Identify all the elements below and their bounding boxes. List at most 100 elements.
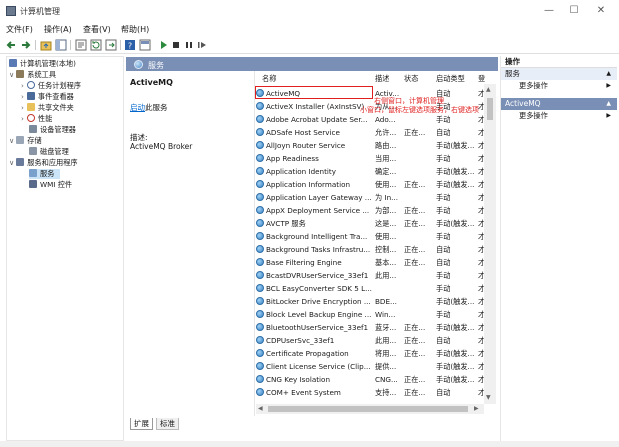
collapse-up-icon[interactable]: ▲ bbox=[606, 98, 611, 110]
tree-item-shared-folders[interactable]: › 共享文件夹 bbox=[21, 103, 74, 113]
tree-item-system-tools[interactable]: ∨ 系统工具 bbox=[9, 70, 56, 80]
service-row[interactable]: AVCTP 服务 这是... 正在... 手动(触发... 才 bbox=[256, 217, 485, 230]
service-name: BitLocker Drive Encryption ... bbox=[266, 297, 371, 306]
up-folder-icon[interactable] bbox=[40, 39, 52, 51]
column-header-name[interactable]: 名称 bbox=[262, 74, 276, 84]
vertical-scrollbar[interactable]: ▲ ▼ bbox=[484, 84, 496, 404]
service-status: 正在... bbox=[404, 375, 426, 384]
scrollbar-thumb[interactable] bbox=[487, 98, 493, 120]
tree-item-label: 共享文件夹 bbox=[37, 103, 74, 112]
tree-item-label: 服务和应用程序 bbox=[27, 158, 78, 167]
forward-arrow-icon[interactable] bbox=[20, 39, 32, 51]
service-row[interactable]: COM+ Event System 支持... 正在... 自动才 bbox=[256, 386, 485, 399]
tree-item-event-viewer[interactable]: › 事件查看器 bbox=[21, 92, 74, 102]
service-row[interactable]: Background Tasks Infrastru... 控制... 正在... 自… bbox=[256, 243, 485, 256]
pause-service-icon[interactable] bbox=[183, 39, 195, 51]
tree-item-services-and-applications[interactable]: ∨ 服务和应用程序 bbox=[9, 158, 78, 168]
column-header-startup-type[interactable]: 启动类型 bbox=[436, 74, 465, 84]
service-description-panel: ActiveMQ 启动此服务 描述: ActiveMQ Broker bbox=[126, 71, 254, 416]
service-row[interactable]: AppX Deployment Service ... 为部... 正在... 手动才 bbox=[256, 204, 485, 217]
service-row[interactable]: App Readiness 当用... 手动才 bbox=[256, 152, 485, 165]
service-row[interactable]: CNG Key Isolation CNG... 正在... 手动(触发... 才 bbox=[256, 373, 485, 386]
close-button[interactable]: ✕ bbox=[590, 4, 612, 18]
tree-item-wmi-control[interactable]: WMI 控件 bbox=[29, 180, 72, 190]
service-row[interactable]: BluetoothUserService_33ef1 蓝牙... 正在... 手动(触… bbox=[256, 321, 485, 334]
menu-view[interactable]: 查看(V) bbox=[83, 24, 111, 35]
service-row[interactable]: Certificate Propagation 将用... 正在... 手动(触发..… bbox=[256, 347, 485, 360]
tree-item-performance[interactable]: › 性能 bbox=[21, 114, 52, 124]
menu-file[interactable]: 文件(F) bbox=[6, 24, 33, 35]
chevron-right-icon[interactable]: › bbox=[21, 81, 24, 90]
chevron-down-icon[interactable]: ∨ bbox=[9, 136, 14, 145]
service-row[interactable]: Application Layer Gateway ... 为 In... 手动才 bbox=[256, 191, 485, 204]
service-row[interactable]: ADSafe Host Service 允许... 正在... 自动才 bbox=[256, 126, 485, 139]
service-name: AVCTP 服务 bbox=[266, 219, 306, 228]
collapse-up-icon[interactable]: ▲ bbox=[606, 68, 611, 80]
minimize-button[interactable]: — bbox=[538, 4, 560, 18]
maximize-button[interactable]: ☐ bbox=[563, 4, 585, 18]
column-header-status[interactable]: 状态 bbox=[404, 74, 418, 84]
chevron-right-icon[interactable]: › bbox=[21, 92, 24, 101]
service-name: Application Information bbox=[266, 180, 351, 189]
console-icon[interactable] bbox=[139, 39, 151, 51]
chevron-down-icon[interactable]: ∨ bbox=[9, 158, 14, 167]
computer-icon bbox=[9, 59, 17, 67]
scroll-up-icon[interactable]: ▲ bbox=[486, 86, 491, 93]
column-header-logon[interactable]: 登 bbox=[478, 74, 485, 84]
properties-icon[interactable] bbox=[75, 39, 87, 51]
service-row[interactable]: BitLocker Drive Encryption ... BDE... 手动(触… bbox=[256, 295, 485, 308]
show-hide-tree-icon[interactable] bbox=[55, 39, 67, 51]
service-row[interactable]: CDPUserSvc_33ef1 此用... 正在... 自动才 bbox=[256, 334, 485, 347]
tree-item-computer-management[interactable]: 计算机管理(本地) bbox=[9, 59, 76, 69]
service-row[interactable]: Application Identity 确定... 手动(触发... 才 bbox=[256, 165, 485, 178]
service-row[interactable]: Application Information 使用... 正在... 手动(触发..… bbox=[256, 178, 485, 191]
tree-item-storage[interactable]: ∨ 存储 bbox=[9, 136, 42, 146]
chevron-right-icon[interactable]: › bbox=[21, 103, 24, 112]
tree-item-disk-management[interactable]: 磁盘管理 bbox=[29, 147, 69, 157]
tree-item-device-manager[interactable]: 设备管理器 bbox=[29, 125, 76, 135]
service-row[interactable]: BcastDVRUserService_33ef1 此用... 手动才 bbox=[256, 269, 485, 282]
more-actions-activemq[interactable]: 更多操作 ▶ bbox=[501, 110, 617, 122]
service-desc: 为部... bbox=[375, 206, 397, 215]
menu-action[interactable]: 操作(A) bbox=[44, 24, 72, 35]
column-header-description[interactable]: 描述 bbox=[375, 74, 389, 84]
tab-extended[interactable]: 扩展 bbox=[130, 418, 153, 430]
service-name: BcastDVRUserService_33ef1 bbox=[266, 271, 369, 280]
services-pane-title: 服务 bbox=[148, 61, 164, 70]
chevron-right-icon[interactable]: › bbox=[21, 114, 24, 123]
service-row[interactable]: Background Intelligent Tra... 使用... 手动才 bbox=[256, 230, 485, 243]
actions-section-services[interactable]: 服务 ▲ bbox=[501, 68, 617, 80]
tab-standard[interactable]: 标准 bbox=[156, 418, 179, 430]
back-arrow-icon[interactable] bbox=[5, 39, 17, 51]
service-name-cell: BluetoothUserService_33ef1 bbox=[256, 321, 372, 334]
scroll-down-icon[interactable]: ▼ bbox=[486, 394, 491, 401]
stop-service-icon[interactable] bbox=[170, 39, 182, 51]
service-desc: 使用... bbox=[375, 232, 397, 241]
export-list-icon[interactable] bbox=[105, 39, 117, 51]
horizontal-scrollbar[interactable]: ◀ ▶ bbox=[256, 404, 484, 414]
scrollbar-thumb[interactable] bbox=[268, 406, 468, 412]
gear-service-icon bbox=[256, 102, 264, 110]
menu-help[interactable]: 帮助(H) bbox=[121, 24, 149, 35]
more-actions-services[interactable]: 更多操作 ▶ bbox=[501, 80, 617, 92]
refresh-icon[interactable] bbox=[90, 39, 102, 51]
service-row[interactable]: Client License Service (Clip... 提供... 手动(触… bbox=[256, 360, 485, 373]
tree-item-label: 磁盘管理 bbox=[40, 147, 69, 156]
scroll-left-icon[interactable]: ◀ bbox=[258, 405, 263, 412]
chevron-down-icon[interactable]: ∨ bbox=[9, 70, 14, 79]
actions-section-activemq[interactable]: ActiveMQ ▲ bbox=[501, 98, 617, 110]
tools-icon bbox=[16, 70, 25, 78]
service-row[interactable]: Block Level Backup Engine ... Win... 手动才 bbox=[256, 308, 485, 321]
restart-service-icon[interactable] bbox=[196, 39, 208, 51]
help-icon[interactable]: ? bbox=[124, 39, 136, 51]
service-row[interactable]: AllJoyn Router Service 路由... 手动(触发... 才 bbox=[256, 139, 485, 152]
gear-service-icon bbox=[256, 336, 264, 344]
scroll-right-icon[interactable]: ▶ bbox=[474, 405, 479, 412]
tree-item-services[interactable]: 服务 bbox=[29, 169, 61, 179]
tree-item-task-scheduler[interactable]: › 任务计划程序 bbox=[21, 81, 81, 91]
start-service-link[interactable]: 启动 bbox=[130, 103, 145, 112]
start-service-icon[interactable] bbox=[157, 39, 169, 51]
service-row[interactable]: BCL EasyConverter SDK 5 L... 手动才 bbox=[256, 282, 485, 295]
service-name: AppX Deployment Service ... bbox=[266, 206, 370, 215]
service-row[interactable]: Base Filtering Engine 基本... 正在... 自动才 bbox=[256, 256, 485, 269]
